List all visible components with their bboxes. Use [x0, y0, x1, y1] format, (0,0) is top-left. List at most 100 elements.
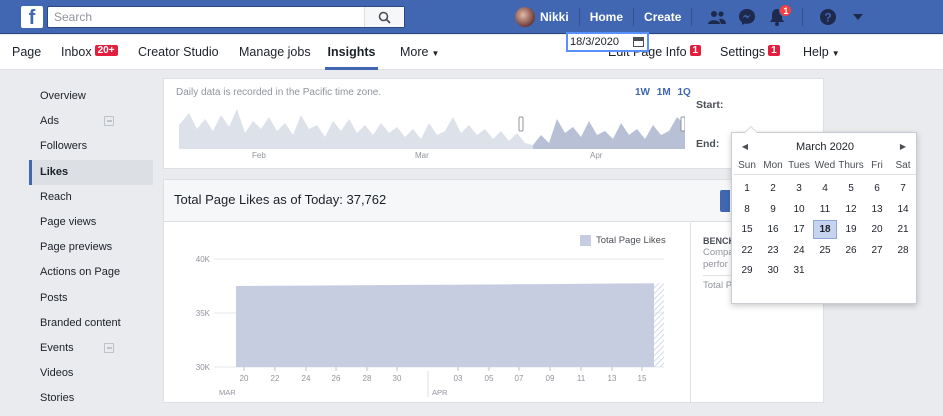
search-button[interactable]: [364, 7, 404, 27]
calendar-day-3[interactable]: 3: [787, 179, 811, 198]
calendar-day-19[interactable]: 19: [839, 220, 863, 239]
tab-help[interactable]: Help ▼: [803, 35, 840, 70]
calendar-day-27[interactable]: 27: [865, 241, 889, 260]
calendar-day-26[interactable]: 26: [839, 241, 863, 260]
calendar-day-11[interactable]: 11: [813, 200, 837, 219]
calendar-day-15[interactable]: 15: [735, 220, 759, 239]
range-1m-button[interactable]: 1M: [657, 87, 671, 98]
range-handle-right: [680, 116, 685, 132]
calendar-day-17[interactable]: 17: [787, 220, 811, 239]
sidebar-item-posts[interactable]: Posts: [29, 286, 153, 311]
external-link-icon: [104, 342, 114, 353]
calendar-day-30[interactable]: 30: [761, 261, 785, 280]
tab-page[interactable]: Page: [12, 35, 41, 70]
facebook-logo-icon[interactable]: f: [21, 6, 43, 28]
friends-icon[interactable]: [706, 6, 728, 28]
chart-legend[interactable]: Total Page Likes: [580, 235, 666, 246]
sidebar-item-events[interactable]: Events: [29, 336, 153, 361]
sidebar-item-page-views[interactable]: Page views: [29, 210, 153, 235]
sidebar-item-label: Branded content: [40, 316, 121, 329]
tab-manage-jobs[interactable]: Manage jobs: [239, 35, 311, 70]
range-overview-sparkline[interactable]: [179, 105, 685, 149]
chevron-down-icon: ▼: [831, 49, 840, 58]
messenger-icon[interactable]: [736, 6, 758, 28]
calendar-day-16[interactable]: 16: [761, 220, 785, 239]
inbox-badge: 20+: [94, 45, 118, 56]
range-1q-button[interactable]: 1Q: [677, 87, 690, 98]
account-menu-chevron-down-icon[interactable]: [847, 6, 869, 28]
sidebar-item-reach[interactable]: Reach: [29, 185, 153, 210]
calendar-day-5[interactable]: 5: [839, 179, 863, 198]
external-link-icon: [104, 116, 114, 127]
tab-settings[interactable]: Settings 1: [720, 35, 780, 70]
calendar-day-7[interactable]: 7: [891, 179, 915, 198]
sidebar-item-label: Reach: [40, 190, 72, 203]
calendar-day-9[interactable]: 9: [761, 200, 785, 219]
tab-label: Page: [12, 45, 42, 59]
y-tick-label: 30K: [196, 363, 211, 372]
weekday-label: Sun: [738, 160, 756, 171]
sidebar-item-stories[interactable]: Stories: [29, 386, 153, 411]
sidebar-item-videos[interactable]: Videos: [29, 361, 153, 386]
total-likes-title: Total Page Likes as of Today: 37,762: [174, 192, 387, 207]
next-month-icon[interactable]: ▶: [896, 139, 910, 155]
range-1w-button[interactable]: 1W: [635, 87, 650, 98]
sidebar-item-actions-on-page[interactable]: Actions on Page: [29, 260, 153, 285]
calendar-day-31[interactable]: 31: [787, 261, 811, 280]
sidebar-item-overview[interactable]: Overview: [29, 84, 153, 109]
calendar-day-24[interactable]: 24: [787, 241, 811, 260]
x-tick-label: 28: [363, 374, 372, 383]
calendar-day-20[interactable]: 20: [865, 220, 889, 239]
calendar-icon[interactable]: [633, 37, 644, 47]
export-button[interactable]: [720, 190, 730, 212]
create-link[interactable]: Create: [644, 10, 681, 24]
avatar[interactable]: [515, 7, 535, 27]
x-tick-label: 22: [271, 374, 280, 383]
home-link[interactable]: Home: [590, 10, 623, 24]
calendar-day-12[interactable]: 12: [839, 200, 863, 219]
calendar-day-23[interactable]: 23: [761, 241, 785, 260]
weekday-label: Thurs: [838, 160, 864, 171]
chevron-down-icon: ▼: [431, 49, 440, 58]
calendar-day-10[interactable]: 10: [787, 200, 811, 219]
tab-label: Help: [803, 45, 829, 59]
sidebar-item-branded-content[interactable]: Branded content: [29, 311, 153, 336]
edit-info-badge: 1: [689, 45, 702, 56]
calendar-day-8[interactable]: 8: [735, 200, 759, 219]
x-tick-label: 13: [608, 374, 617, 383]
help-icon[interactable]: ?: [817, 6, 839, 28]
user-name-link[interactable]: Nikki: [540, 10, 569, 24]
notifications-icon[interactable]: 1: [766, 4, 793, 28]
tab-more[interactable]: More ▼: [400, 35, 439, 70]
search-input[interactable]: [48, 7, 358, 27]
tab-insights[interactable]: Insights: [325, 35, 378, 70]
x-tick-label: 26: [332, 374, 341, 383]
top-nav: Nikki Home Create 1 ?: [515, 0, 873, 34]
tab-creator-studio[interactable]: Creator Studio: [138, 35, 219, 70]
sidebar-item-page-previews[interactable]: Page previews: [29, 235, 153, 260]
picker-month-title: March 2020: [795, 141, 855, 153]
calendar-day-29[interactable]: 29: [735, 261, 759, 280]
calendar-day-4[interactable]: 4: [813, 179, 837, 198]
sidebar-item-followers[interactable]: Followers: [29, 134, 153, 159]
calendar-day-22[interactable]: 22: [735, 241, 759, 260]
divider: [691, 8, 693, 26]
calendar-day-28[interactable]: 28: [891, 241, 915, 260]
tab-label: Manage jobs: [239, 45, 311, 59]
divider: [703, 275, 733, 276]
month-label: Apr: [590, 151, 603, 160]
month-label-apr: APR: [432, 388, 448, 397]
sparkline-area-unselected: [179, 109, 533, 149]
tab-inbox[interactable]: Inbox 20+: [61, 35, 118, 70]
calendar-day-18[interactable]: 18: [813, 220, 837, 239]
calendar-day-2[interactable]: 2: [761, 179, 785, 198]
calendar-day-1[interactable]: 1: [735, 179, 759, 198]
calendar-day-6[interactable]: 6: [865, 179, 889, 198]
calendar-day-14[interactable]: 14: [891, 200, 915, 219]
sidebar-item-likes[interactable]: Likes: [29, 159, 153, 185]
sidebar-item-ads[interactable]: Ads: [29, 109, 153, 134]
calendar-day-25[interactable]: 25: [813, 241, 837, 260]
calendar-day-13[interactable]: 13: [865, 200, 889, 219]
y-tick-label: 40K: [196, 255, 211, 264]
calendar-day-21[interactable]: 21: [891, 220, 915, 239]
